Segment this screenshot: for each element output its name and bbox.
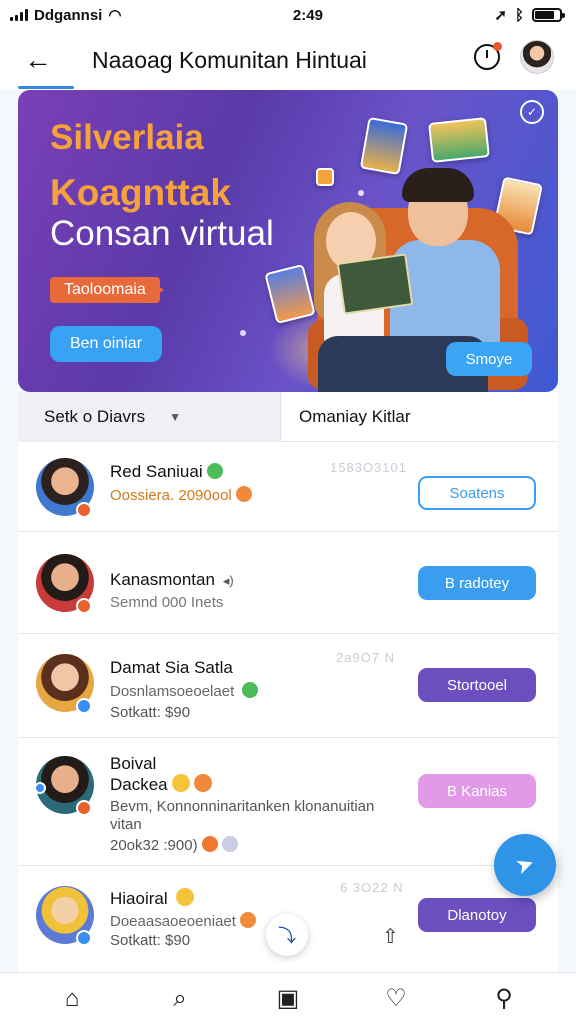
sparkle (358, 190, 364, 196)
filter-bar: Setk o Diavrs ▼ Omaniay Kitlar (18, 392, 558, 442)
emoji-icon (201, 836, 218, 852)
header-actions (474, 40, 554, 74)
list-item-name: Kanasmontan ◂) (110, 570, 234, 589)
book-illustration (336, 253, 414, 315)
page-title: Naaoag Komunitan Hintuai (92, 46, 367, 73)
emoji-icon (175, 888, 194, 906)
user-avatar[interactable] (520, 40, 554, 74)
floating-card-illustration (428, 117, 490, 163)
signal-icon (10, 9, 28, 21)
banner-secondary-button[interactable]: Smoye (446, 342, 532, 376)
list-item-price: Sotkatt: $90 (110, 704, 191, 721)
list-item-meta: 2a9O7 N (336, 650, 396, 665)
list-item-action-button[interactable]: Soatens (418, 476, 536, 510)
status-badge (76, 930, 92, 946)
header-underline (18, 86, 74, 89)
banner-tag: Taoloomaia (50, 277, 164, 303)
banner-line-3: Consan virtual (50, 214, 274, 253)
list-item-action-button[interactable]: Dlanotoy (418, 898, 536, 932)
banner-join-button[interactable]: Ben oiniar (50, 326, 162, 362)
carrier-label: Ddgannsi (34, 6, 103, 24)
list-item-subtitle: Dosnlamsoeoelaet (110, 682, 259, 700)
member-list: Red Saniuai Oossiera. 2090ool 1583O3101 … (18, 442, 558, 972)
heart-icon[interactable]: ♡ (376, 984, 416, 1013)
list-item-name: Red Saniuai (110, 462, 223, 482)
share-icon[interactable]: ⇧ (382, 924, 399, 949)
filter-tab[interactable]: Omaniay Kitlar (280, 392, 558, 441)
emoji-icon (221, 836, 238, 852)
library-icon[interactable]: ▣ (268, 984, 308, 1013)
status-badge (34, 782, 46, 794)
list-item-action-button[interactable]: B Kanias (418, 774, 536, 808)
list-item-subtitle-line-2: vitan (110, 816, 142, 833)
emoji-icon (242, 682, 259, 698)
status-bar: Ddgannsi ◠ 2:49 ➚ ᛒ (0, 0, 576, 30)
promo-banner[interactable]: Silverlaia Koagnttak Consan virtual Taol… (18, 90, 558, 392)
chevron-down-icon: ▼ (169, 410, 181, 424)
status-right: ➚ ᛒ (494, 6, 565, 24)
status-badge (76, 598, 92, 614)
home-icon[interactable]: ⌂ (52, 985, 92, 1013)
list-item-subtitle: Semnd 000 Inets (110, 594, 224, 611)
list-item-subtitle: Oossiera. 2090ool (110, 486, 252, 504)
search-icon[interactable]: ⌕ (160, 985, 200, 1013)
status-badge (76, 698, 92, 714)
sound-icon: ◂) (222, 573, 234, 588)
emoji-icon (193, 774, 212, 792)
app-screen: Ddgannsi ◠ 2:49 ➚ ᛒ ← Naaoag Komunitan H… (0, 0, 576, 1024)
status-badge (76, 800, 92, 816)
list-item-name: Damat Sia Satla (110, 658, 233, 677)
wifi-icon: ◠ (108, 7, 122, 24)
sort-dropdown-label: Setk o Diavrs (44, 407, 146, 426)
banner-line-1: Silverlaia (50, 118, 204, 157)
battery-icon (532, 8, 565, 22)
app-header: ← Naaoag Komunitan Hintuai (0, 30, 576, 90)
banner-check-icon[interactable]: ✓ (520, 100, 544, 124)
link-icon[interactable]: ⤵ (266, 914, 308, 956)
sparkle (240, 330, 246, 336)
list-item[interactable]: Damat Sia Satla Dosnlamsoeoelaet Sotkatt… (18, 634, 558, 738)
status-time: 2:49 (292, 6, 323, 24)
status-badge (76, 502, 92, 518)
bottom-nav: ⌂ ⌕ ▣ ♡ ⚲ (0, 972, 576, 1024)
list-item-subtitle: Bevm, Konnonninaritanken klonanuitian (110, 798, 375, 815)
emoji-icon (206, 463, 223, 479)
back-arrow-icon[interactable]: ← (18, 40, 58, 80)
timer-icon[interactable] (474, 42, 502, 70)
list-item-action-button[interactable]: B radotey (418, 566, 536, 600)
list-item-meta: 1583O3101 (330, 460, 407, 475)
emoji-icon (239, 912, 256, 928)
list-item[interactable]: Kanasmontan ◂) Semnd 000 Inets B radotey (18, 532, 558, 634)
emoji-icon (235, 486, 252, 502)
filter-tab-label: Omaniay Kitlar (299, 406, 411, 426)
list-item-meta: 6 3O22 N (340, 880, 404, 895)
list-item-name: Boival (110, 754, 157, 773)
list-item-name: Hiaoiral (110, 888, 194, 909)
list-item[interactable]: Boival Dackea Bevm, Konnonninaritanken k… (18, 738, 558, 866)
sort-dropdown[interactable]: Setk o Diavrs ▼ (18, 392, 280, 442)
bluetooth-icon: ᛒ (514, 6, 524, 24)
profile-icon[interactable]: ⚲ (484, 984, 524, 1013)
list-item-action-button[interactable]: Stortooel (418, 668, 536, 702)
location-icon: ➚ (494, 7, 507, 24)
list-item-meta-line: 20ok32 :900) (110, 836, 238, 854)
floating-card-illustration (316, 168, 334, 186)
list-item-name-line-2: Dackea (110, 774, 212, 795)
list-item[interactable]: Red Saniuai Oossiera. 2090ool 1583O3101 … (18, 442, 558, 532)
banner-line-2: Koagnttak (50, 172, 231, 213)
man-illustration (402, 168, 474, 202)
floating-card-illustration (359, 116, 409, 176)
status-left: Ddgannsi ◠ (10, 6, 121, 24)
list-item-price: Sotkatt: $90 (110, 932, 191, 949)
emoji-icon (171, 774, 190, 792)
list-item-subtitle: Doeaasaoeoeniaet (110, 912, 256, 930)
